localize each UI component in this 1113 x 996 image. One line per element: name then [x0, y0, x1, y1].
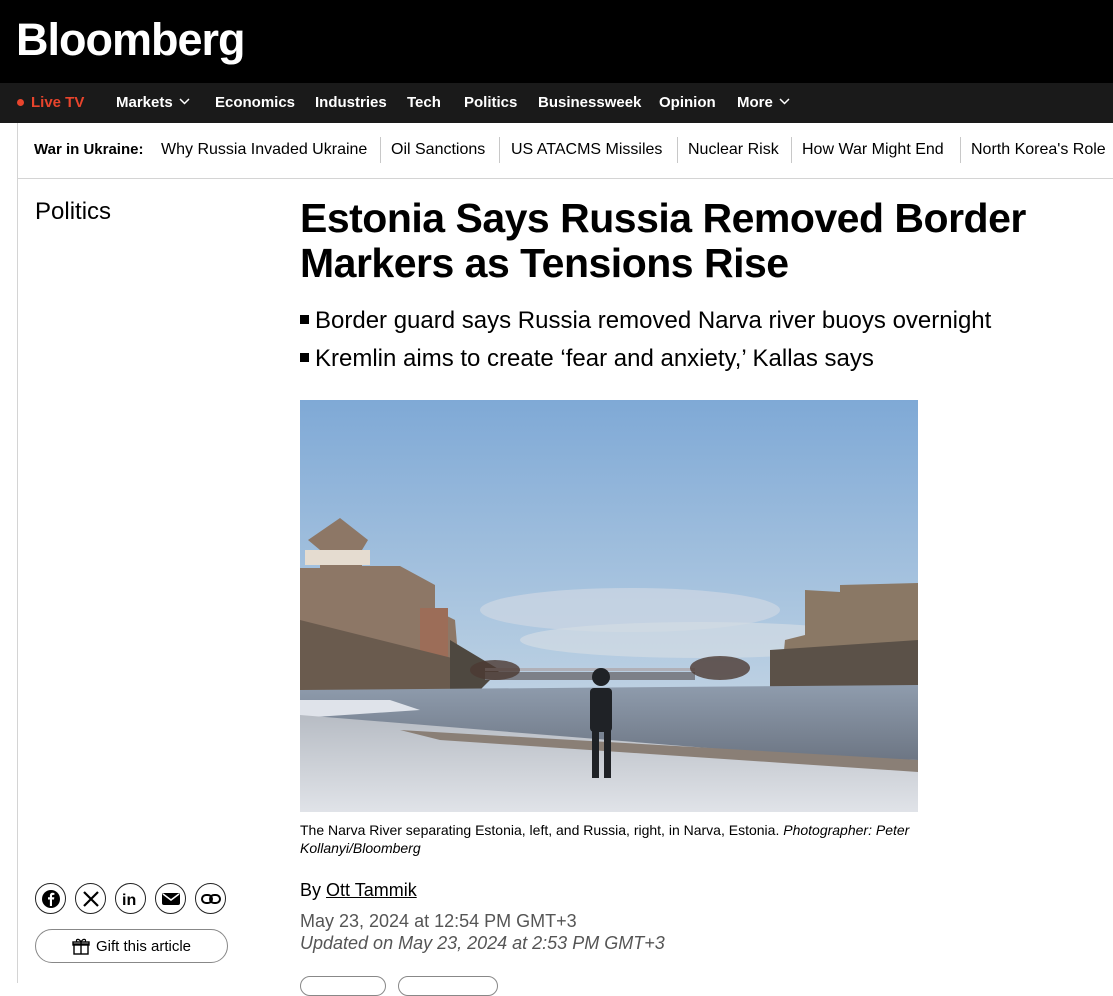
live-dot-icon: [17, 98, 24, 106]
x-share-button[interactable]: [75, 883, 106, 914]
byline-prefix: By: [300, 880, 327, 900]
topic-link-how-war-might-end[interactable]: How War Might End: [802, 141, 944, 159]
updated-date: Updated on May 23, 2024 at 2:53 PM GMT+3: [300, 933, 665, 953]
narva-river-photo: [300, 400, 918, 812]
gift-article-label: Gift this article: [95, 937, 192, 955]
topic-link-nuclear-risk[interactable]: Nuclear Risk: [688, 141, 779, 159]
topic-divider: [499, 137, 500, 163]
linkedin-share-button[interactable]: in: [115, 883, 146, 914]
svg-text:in: in: [122, 892, 136, 908]
nav-markets-label: Markets: [116, 94, 173, 111]
section-label[interactable]: Politics: [35, 198, 111, 226]
nav-more[interactable]: More: [737, 83, 790, 123]
nav-industries[interactable]: Industries: [315, 83, 387, 123]
publish-date: May 23, 2024 at 12:54 PM GMT+3: [300, 911, 577, 931]
caption-text: The Narva River separating Estonia, left…: [300, 822, 784, 838]
nav-tech[interactable]: Tech: [407, 83, 441, 123]
nav-live-label: Live TV: [31, 94, 85, 111]
byline: By Ott Tammik: [300, 880, 417, 901]
topic-link-atacms[interactable]: US ATACMS Missiles: [511, 141, 662, 159]
facebook-share-button[interactable]: [35, 883, 66, 914]
gift-article-button[interactable]: Gift this article: [35, 929, 228, 963]
topic-divider: [380, 137, 381, 163]
nav-opinion[interactable]: Opinion: [659, 83, 716, 123]
email-share-button[interactable]: [155, 883, 186, 914]
facebook-icon: [41, 889, 60, 908]
topic-divider: [791, 137, 792, 163]
topic-divider: [960, 137, 961, 163]
summary-bullets: Border guard says Russia removed Narva r…: [300, 302, 991, 378]
summary-bullet: Kremlin aims to create ‘fear and anxiety…: [300, 340, 991, 378]
linkedin-icon: in: [122, 892, 136, 908]
email-icon: [161, 892, 180, 905]
article-action-button[interactable]: [398, 976, 498, 996]
photo-caption: The Narva River separating Estonia, left…: [300, 821, 910, 857]
topic-link-why-russia-invaded[interactable]: Why Russia Invaded Ukraine: [161, 141, 367, 159]
nav-live-tv[interactable]: Live TV: [17, 83, 84, 123]
article-headline: Estonia Says Russia Removed Border Marke…: [300, 195, 1026, 286]
bloomberg-logo[interactable]: Bloomberg: [16, 14, 246, 66]
nav-economics[interactable]: Economics: [215, 83, 295, 123]
top-header: Bloomberg: [0, 0, 1113, 83]
summary-bullet-text: Border guard says Russia removed Narva r…: [315, 307, 992, 334]
link-icon: [200, 893, 221, 904]
nav-businessweek[interactable]: Businessweek: [538, 83, 641, 123]
x-icon: [82, 890, 99, 907]
nav-politics[interactable]: Politics: [464, 83, 517, 123]
summary-bullet-text: Kremlin aims to create ‘fear and anxiety…: [315, 345, 874, 372]
topic-link-north-korea[interactable]: North Korea's Role: [971, 141, 1106, 159]
square-bullet-icon: [300, 353, 309, 363]
article-action-button[interactable]: [300, 976, 386, 996]
left-border: [17, 123, 18, 983]
hero-photo[interactable]: [300, 400, 918, 812]
chevron-down-icon: [179, 98, 190, 105]
topic-label: War in Ukraine:: [34, 141, 144, 158]
nav-markets[interactable]: Markets: [116, 83, 190, 123]
main-nav: Live TV Markets Economics Industries Tec…: [0, 83, 1113, 123]
author-link[interactable]: Ott Tammik: [326, 880, 417, 900]
chevron-down-icon: [779, 98, 790, 105]
gift-icon: [72, 938, 90, 955]
copy-link-button[interactable]: [195, 883, 226, 914]
summary-bullet: Border guard says Russia removed Narva r…: [300, 302, 991, 340]
square-bullet-icon: [300, 315, 309, 325]
topic-divider: [677, 137, 678, 163]
nav-more-label: More: [737, 94, 773, 111]
topic-link-oil-sanctions[interactable]: Oil Sanctions: [391, 141, 485, 159]
